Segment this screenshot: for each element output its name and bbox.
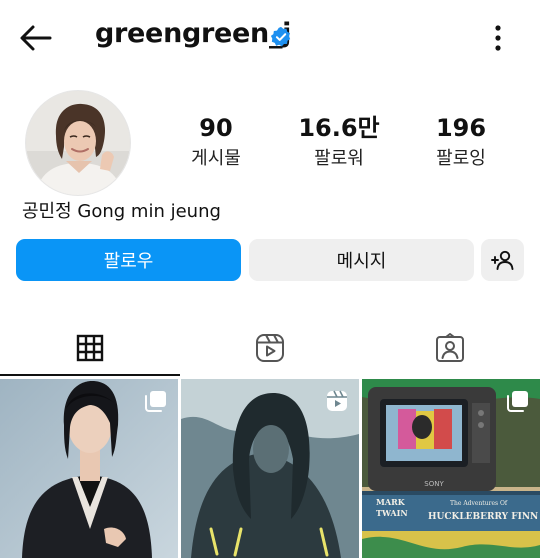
tab-posts-grid[interactable]	[0, 320, 180, 376]
verified-badge-icon	[270, 26, 291, 47]
reels-icon	[256, 334, 284, 362]
tab-reels[interactable]	[180, 320, 360, 376]
more-vertical-icon	[495, 25, 501, 51]
tab-tagged[interactable]	[360, 320, 540, 376]
book-title-line-1: The Adventures Of	[450, 500, 508, 507]
top-bar: greengreen_j	[0, 0, 540, 76]
book-title-line-2: HUCKLEBERRY FINN	[428, 512, 538, 522]
stat-following-label: 팔로잉	[436, 148, 486, 169]
book-author-line-2: TWAIN	[376, 508, 408, 518]
grid-icon	[76, 334, 104, 362]
more-options-button[interactable]	[486, 22, 510, 54]
profile-display-name: 공민정 Gong min jeung	[22, 201, 221, 222]
back-arrow-icon	[20, 25, 52, 51]
post-thumbnail[interactable]	[0, 379, 178, 558]
avatar[interactable]	[25, 90, 131, 196]
avatar-photo	[26, 91, 130, 195]
multi-photo-icon	[145, 391, 166, 412]
tv-brand-label: SONY	[424, 480, 444, 488]
active-tab-indicator	[0, 374, 180, 376]
add-user-icon	[490, 250, 513, 270]
stat-posts-label: 게시물	[191, 148, 241, 169]
profile-username: greengreen_j	[95, 18, 292, 49]
message-button[interactable]: 메시지	[249, 239, 474, 281]
stat-following[interactable]: 196 팔로잉	[401, 113, 521, 171]
stat-followers[interactable]: 16.6만 팔로워	[279, 113, 399, 171]
stat-followers-label: 팔로워	[314, 148, 364, 169]
add-user-button[interactable]	[481, 239, 524, 281]
tagged-icon	[436, 333, 464, 362]
multi-photo-icon	[507, 391, 528, 412]
stat-posts[interactable]: 90 게시물	[156, 113, 276, 171]
post-thumbnail[interactable]	[181, 379, 359, 558]
profile-tabs	[0, 320, 540, 376]
follow-button[interactable]: 팔로우	[16, 239, 241, 281]
back-button[interactable]	[18, 22, 54, 54]
book-author-line-1: MARK	[376, 497, 406, 507]
post-thumbnail[interactable]: SONY MARK TWAIN The Adventures Of HUCKLE…	[362, 379, 540, 558]
stat-following-count: 196	[435, 114, 487, 142]
stat-followers-count: 16.6만	[298, 114, 380, 142]
stat-posts-count: 90	[199, 114, 233, 142]
reels-icon	[327, 390, 347, 411]
posts-grid: SONY MARK TWAIN The Adventures Of HUCKLE…	[0, 379, 540, 558]
